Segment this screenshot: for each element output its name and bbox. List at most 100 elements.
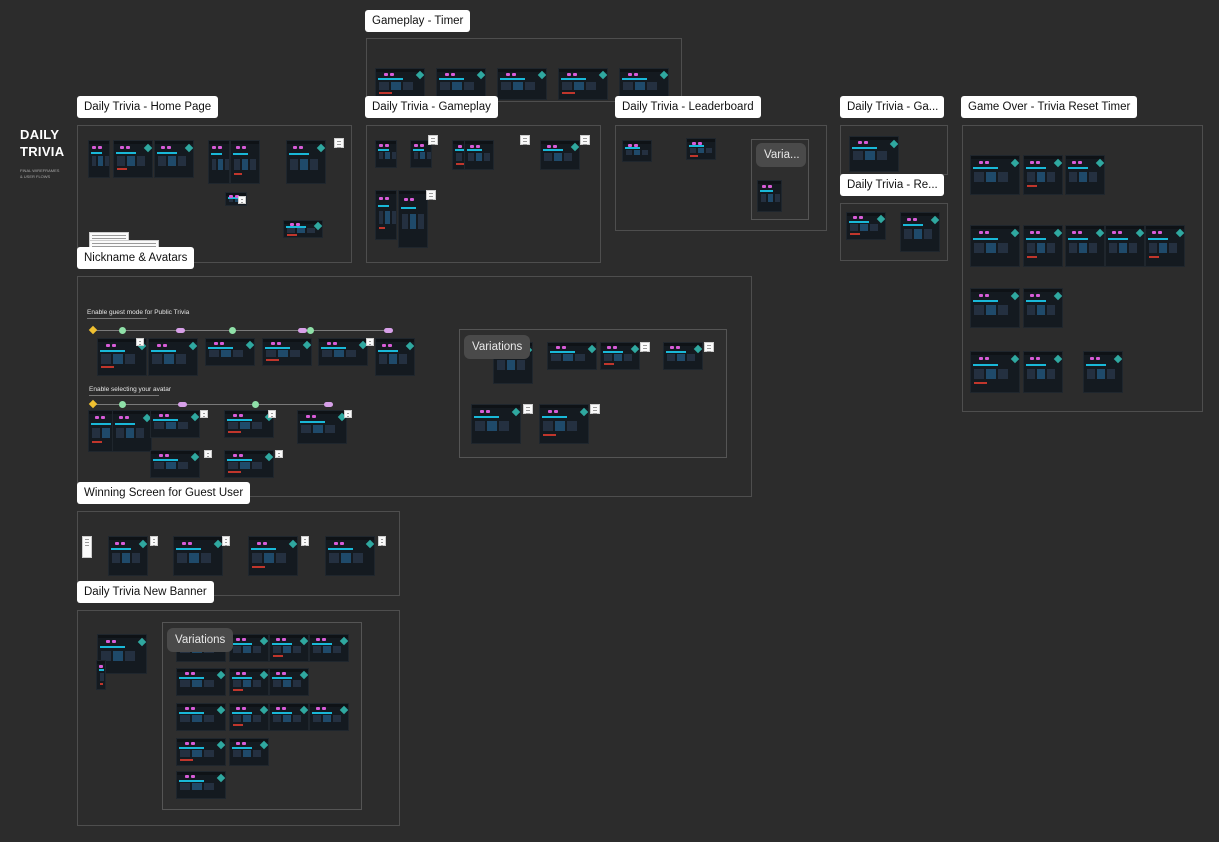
screen-thumbnail[interactable] — [1105, 225, 1145, 267]
screen-thumbnail[interactable] — [849, 136, 899, 172]
section-label-home-page[interactable]: Daily Trivia - Home Page — [77, 96, 219, 118]
annotation-note[interactable] — [580, 135, 590, 145]
screen-thumbnail[interactable] — [309, 703, 349, 731]
annotation-note[interactable] — [378, 536, 386, 546]
screen-thumbnail[interactable] — [283, 220, 323, 238]
annotation-note[interactable] — [238, 196, 246, 204]
annotation-note[interactable] — [301, 536, 309, 546]
screen-thumbnail[interactable] — [1023, 225, 1063, 267]
section-label-leaderboard[interactable]: Daily Trivia - Leaderboard — [615, 96, 761, 118]
screen-thumbnail[interactable] — [375, 140, 397, 168]
screen-thumbnail[interactable] — [173, 536, 223, 576]
screen-thumbnail[interactable] — [1023, 155, 1063, 195]
screen-thumbnail[interactable] — [540, 140, 580, 170]
screen-thumbnail[interactable] — [600, 342, 640, 370]
variations-chip-leaderboard[interactable]: Varia... — [756, 143, 806, 167]
screen-thumbnail[interactable] — [900, 212, 940, 252]
section-label-nickname-avatars[interactable]: Nickname & Avatars — [77, 247, 195, 269]
section-label-gameplay-timer[interactable]: Gameplay - Timer — [365, 10, 471, 32]
screen-thumbnail[interactable] — [297, 410, 347, 444]
screen-thumbnail[interactable] — [154, 140, 194, 178]
section-label-re[interactable]: Daily Trivia - Re... — [840, 174, 944, 196]
annotation-note[interactable] — [428, 135, 438, 145]
section-label-game-over[interactable]: Game Over - Trivia Reset Timer — [961, 96, 1138, 118]
section-label-new-banner[interactable]: Daily Trivia New Banner — [77, 581, 214, 603]
annotation-note[interactable] — [426, 190, 436, 200]
screen-thumbnail[interactable] — [471, 404, 521, 444]
screen-thumbnail[interactable] — [398, 190, 428, 248]
screen-thumbnail[interactable] — [230, 140, 260, 184]
screen-thumbnail[interactable] — [269, 634, 309, 662]
screen-thumbnail[interactable] — [112, 410, 152, 452]
screen-thumbnail[interactable] — [269, 703, 309, 731]
screen-thumbnail[interactable] — [224, 410, 274, 438]
screen-thumbnail[interactable] — [208, 140, 230, 184]
variations-chip-banner[interactable]: Variations — [167, 628, 234, 652]
screen-thumbnail[interactable] — [970, 225, 1020, 267]
design-canvas[interactable]: DAILY TRIVIA FINAL WIREFRAMES & USER FLO… — [0, 0, 1219, 842]
section-label-ga[interactable]: Daily Trivia - Ga... — [840, 96, 944, 118]
screen-thumbnail[interactable] — [1145, 225, 1185, 267]
annotation-note[interactable] — [204, 450, 212, 458]
screen-thumbnail[interactable] — [663, 342, 703, 370]
screen-thumbnail[interactable] — [558, 68, 608, 100]
section-label-gameplay[interactable]: Daily Trivia - Gameplay — [365, 96, 498, 118]
screen-thumbnail[interactable] — [686, 138, 716, 160]
annotation-note[interactable] — [82, 536, 92, 558]
screen-thumbnail[interactable] — [1083, 351, 1123, 393]
screen-thumbnail[interactable] — [1023, 288, 1063, 328]
screen-thumbnail[interactable] — [970, 351, 1020, 393]
screen-thumbnail[interactable] — [176, 703, 226, 731]
screen-thumbnail[interactable] — [96, 660, 106, 690]
annotation-note[interactable] — [520, 135, 530, 145]
annotation-note[interactable] — [268, 410, 276, 418]
screen-thumbnail[interactable] — [108, 536, 148, 576]
section-label-winning-screen[interactable]: Winning Screen for Guest User — [77, 482, 251, 504]
screen-thumbnail[interactable] — [150, 410, 200, 438]
screen-thumbnail[interactable] — [176, 668, 226, 696]
screen-thumbnail[interactable] — [1023, 351, 1063, 393]
annotation-note[interactable] — [275, 450, 283, 458]
annotation-note[interactable] — [222, 536, 230, 546]
screen-thumbnail[interactable] — [88, 140, 110, 178]
annotation-note[interactable] — [344, 410, 352, 418]
screen-thumbnail[interactable] — [229, 738, 269, 766]
screen-thumbnail[interactable] — [539, 404, 589, 444]
screen-thumbnail[interactable] — [286, 140, 326, 184]
screen-thumbnail[interactable] — [464, 140, 494, 170]
screen-thumbnail[interactable] — [176, 771, 226, 799]
screen-thumbnail[interactable] — [375, 338, 415, 376]
annotation-note[interactable] — [523, 404, 533, 414]
annotation-note[interactable] — [366, 338, 374, 346]
screen-thumbnail[interactable] — [1065, 225, 1105, 267]
screen-thumbnail[interactable] — [970, 155, 1020, 195]
screen-thumbnail[interactable] — [224, 450, 274, 478]
screen-thumbnail[interactable] — [309, 634, 349, 662]
annotation-note[interactable] — [334, 138, 344, 148]
annotation-note[interactable] — [704, 342, 714, 352]
screen-thumbnail[interactable] — [176, 738, 226, 766]
screen-thumbnail[interactable] — [970, 288, 1020, 328]
screen-thumbnail[interactable] — [229, 703, 269, 731]
screen-thumbnail[interactable] — [229, 668, 269, 696]
screen-thumbnail[interactable] — [248, 536, 298, 576]
screen-thumbnail[interactable] — [150, 450, 200, 478]
annotation-note[interactable] — [136, 338, 144, 346]
screen-thumbnail[interactable] — [113, 140, 153, 178]
screen-thumbnail[interactable] — [1065, 155, 1105, 195]
variations-chip-nickname[interactable]: Variations — [464, 335, 531, 359]
screen-thumbnail[interactable] — [148, 338, 198, 376]
screen-thumbnail[interactable] — [846, 212, 886, 240]
screen-thumbnail[interactable] — [757, 180, 782, 212]
screen-thumbnail[interactable] — [547, 342, 597, 370]
annotation-note[interactable] — [200, 410, 208, 418]
annotation-note[interactable] — [640, 342, 650, 352]
screen-thumbnail[interactable] — [622, 140, 652, 162]
screen-thumbnail[interactable] — [497, 68, 547, 100]
screen-thumbnail[interactable] — [269, 668, 309, 696]
screen-thumbnail[interactable] — [375, 190, 397, 240]
screen-thumbnail[interactable] — [325, 536, 375, 576]
screen-thumbnail[interactable] — [262, 338, 312, 366]
screen-thumbnail[interactable] — [205, 338, 255, 366]
screen-thumbnail[interactable] — [318, 338, 368, 366]
